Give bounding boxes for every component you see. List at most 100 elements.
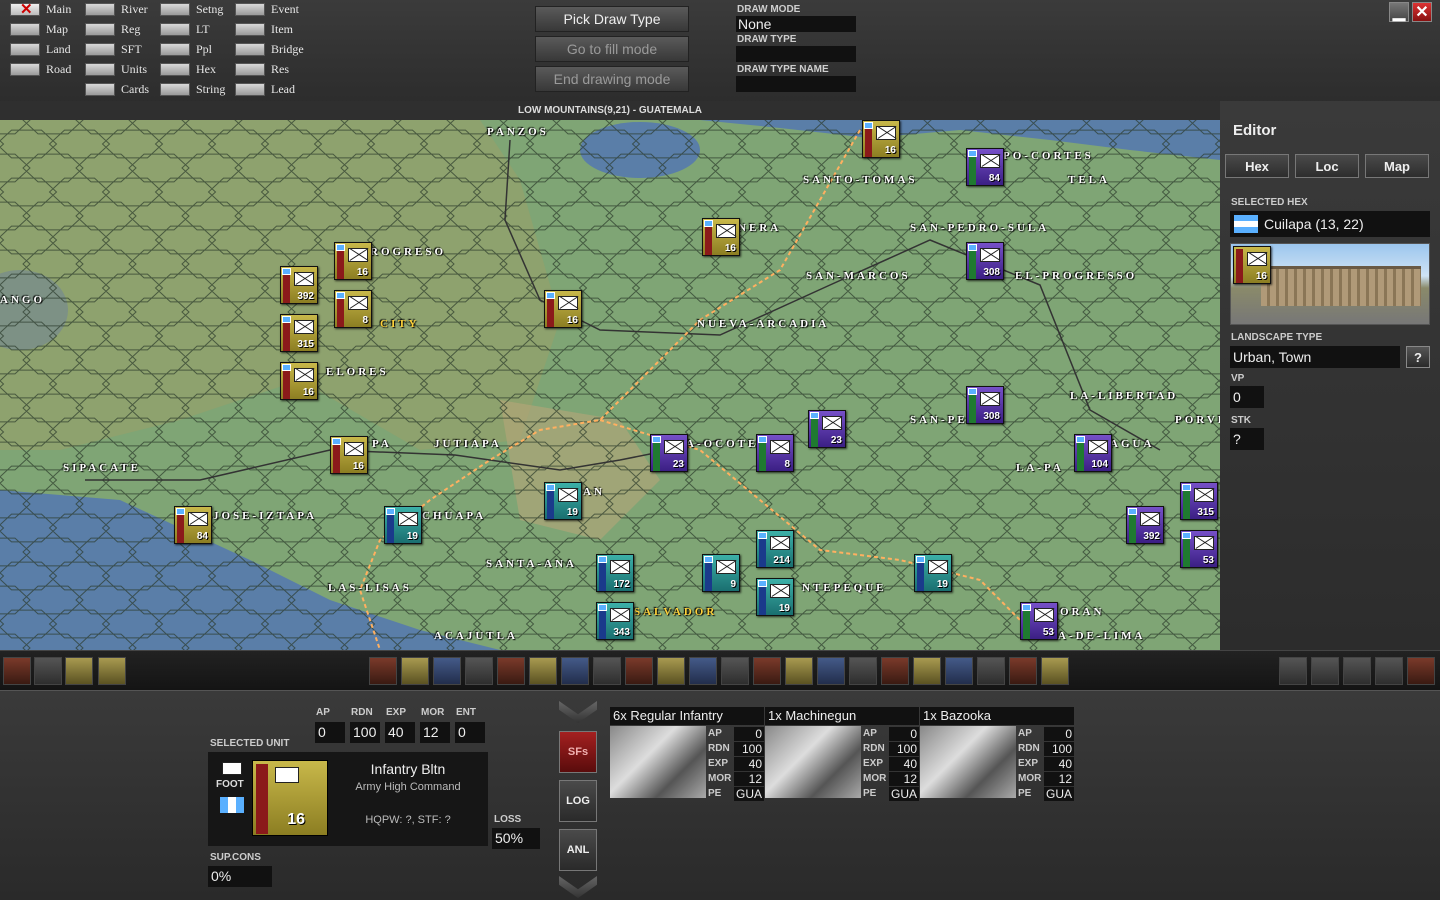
unit-counter[interactable]: 214	[756, 530, 794, 568]
draw-type-field[interactable]	[736, 46, 856, 62]
supply-icon[interactable]	[401, 657, 429, 685]
filter-sft[interactable]: SFT	[85, 41, 142, 57]
move-all-icon[interactable]	[753, 657, 781, 685]
book-icon[interactable]	[1311, 657, 1339, 685]
landscape-help-button[interactable]: ?	[1406, 346, 1430, 368]
sfs-button[interactable]: SFs	[559, 731, 597, 773]
filter-map-checkbox[interactable]	[10, 22, 40, 36]
unit-counter[interactable]: 392	[280, 266, 318, 304]
scroll-down-icon[interactable]	[559, 876, 597, 898]
filter-main[interactable]: ✕ Main	[10, 1, 71, 18]
unit-counter[interactable]: 315	[280, 314, 318, 352]
unit-counter[interactable]: 16	[544, 290, 582, 328]
filter-setng-checkbox[interactable]	[160, 2, 190, 16]
unit-counter[interactable]: 19	[914, 554, 952, 592]
unit-counter[interactable]: 84	[174, 506, 212, 544]
filter-hex[interactable]: Hex	[160, 61, 216, 77]
close-button[interactable]: ✕	[1412, 2, 1432, 22]
selected-unit-card[interactable]: FOOT 16 Infantry Bltn Army High Command …	[208, 752, 488, 846]
landscape-type-field[interactable]: Urban, Town	[1230, 346, 1400, 368]
fuel-icon[interactable]	[785, 657, 813, 685]
filter-road[interactable]: Road	[10, 61, 71, 77]
filter-lt-checkbox[interactable]	[160, 22, 190, 36]
unit-counter[interactable]: 53	[1020, 602, 1058, 640]
equipment-card[interactable]: 1x Bazooka AP 0 RDN 100 EXP 40 MOR 12 PE GUA	[920, 707, 1074, 801]
stk-field[interactable]: ?	[1230, 428, 1264, 450]
unit-counter[interactable]: 8	[334, 290, 372, 328]
rifle-icon[interactable]	[1375, 657, 1403, 685]
filter-units[interactable]: Units	[85, 61, 147, 77]
add-unit-icon[interactable]	[625, 657, 653, 685]
move-icon[interactable]	[721, 657, 749, 685]
unit-counter[interactable]: 53	[1180, 530, 1218, 568]
hq-icon[interactable]	[65, 657, 93, 685]
hexagon-icon[interactable]	[881, 657, 909, 685]
filter-river[interactable]: River	[85, 1, 148, 17]
info-hex-icon[interactable]	[945, 657, 973, 685]
tab-map[interactable]: Map	[1365, 154, 1429, 178]
filter-lead[interactable]: Lead	[235, 81, 295, 97]
draw-type-name-field[interactable]	[736, 76, 856, 92]
unit-counter[interactable]: 16	[862, 120, 900, 158]
next-icon[interactable]	[1407, 657, 1435, 685]
draw-mode-field[interactable]: None	[736, 16, 856, 32]
anl-button[interactable]: ANL	[559, 829, 597, 871]
boots-icon[interactable]	[593, 657, 621, 685]
unit-counter[interactable]: 308	[966, 386, 1004, 424]
filter-road-checkbox[interactable]	[10, 62, 40, 76]
filter-main-checkbox[interactable]: ✕	[10, 1, 40, 18]
filter-ppl[interactable]: Ppl	[160, 41, 212, 57]
hq-flag-icon[interactable]	[465, 657, 493, 685]
scroll-up-icon[interactable]	[559, 701, 597, 723]
shield-icon[interactable]	[689, 657, 717, 685]
stamp-icon[interactable]	[913, 657, 941, 685]
delete-icon[interactable]	[657, 657, 685, 685]
filter-event-checkbox[interactable]	[235, 2, 265, 16]
unit-counter[interactable]: 8	[756, 434, 794, 472]
unit-counter[interactable]: 19	[384, 506, 422, 544]
filter-item-checkbox[interactable]	[235, 22, 265, 36]
map-icon[interactable]	[1343, 657, 1371, 685]
filter-string[interactable]: String	[160, 81, 225, 97]
dynamite-icon[interactable]	[369, 657, 397, 685]
unit-counter[interactable]: 343	[596, 602, 634, 640]
computer-icon[interactable]	[34, 657, 62, 685]
unit-counter[interactable]: 84	[966, 148, 1004, 186]
tab-hex[interactable]: Hex	[1225, 154, 1289, 178]
filter-land-checkbox[interactable]	[10, 42, 40, 56]
unit-counter[interactable]: 16	[330, 436, 368, 474]
hex-map[interactable]: PANZOS SANTO-TOMAS PO-CORTES TELA NERA SAN-PE…	[0, 120, 1220, 650]
filter-setng[interactable]: Setng	[160, 1, 223, 17]
unit-counter[interactable]: 104	[1074, 434, 1112, 472]
log-button[interactable]: LOG	[559, 780, 597, 822]
filter-river-checkbox[interactable]	[85, 2, 115, 16]
filter-res[interactable]: Res	[235, 61, 289, 77]
filter-sft-checkbox[interactable]	[85, 42, 115, 56]
filter-bridge-checkbox[interactable]	[235, 42, 265, 56]
factory-icon[interactable]	[98, 657, 126, 685]
filter-units-checkbox[interactable]	[85, 62, 115, 76]
vp-field[interactable]: 0	[1230, 386, 1264, 408]
filter-item[interactable]: Item	[235, 21, 293, 37]
filter-hex-checkbox[interactable]	[160, 62, 190, 76]
unit-counter[interactable]: 23	[808, 410, 846, 448]
square-icon[interactable]	[849, 657, 877, 685]
filter-land[interactable]: Land	[10, 41, 71, 57]
unit-counter[interactable]: 16	[702, 218, 740, 256]
hex-unit-counter[interactable]: 16	[1233, 246, 1271, 284]
equipment-card[interactable]: 6x Regular Infantry AP 0 RDN 100 EXP 40 MOR 12 PE…	[610, 707, 764, 801]
unit-counter[interactable]: 19	[756, 578, 794, 616]
unit-counter[interactable]: 9	[702, 554, 740, 592]
filter-lead-checkbox[interactable]	[235, 82, 265, 96]
filter-res-checkbox[interactable]	[235, 62, 265, 76]
filter-reg-checkbox[interactable]	[85, 22, 115, 36]
tank-icon[interactable]	[561, 657, 589, 685]
undo-icon[interactable]	[3, 657, 31, 685]
pick-draw-type-button[interactable]: Pick Draw Type	[535, 6, 689, 32]
artillery-icon[interactable]	[529, 657, 557, 685]
unit-counter[interactable]: 23	[650, 434, 688, 472]
unit-counter[interactable]: 172	[596, 554, 634, 592]
unit-counter[interactable]: 308	[966, 242, 1004, 280]
end-drawing-button[interactable]: End drawing mode	[535, 66, 689, 92]
skull-icon[interactable]	[497, 657, 525, 685]
